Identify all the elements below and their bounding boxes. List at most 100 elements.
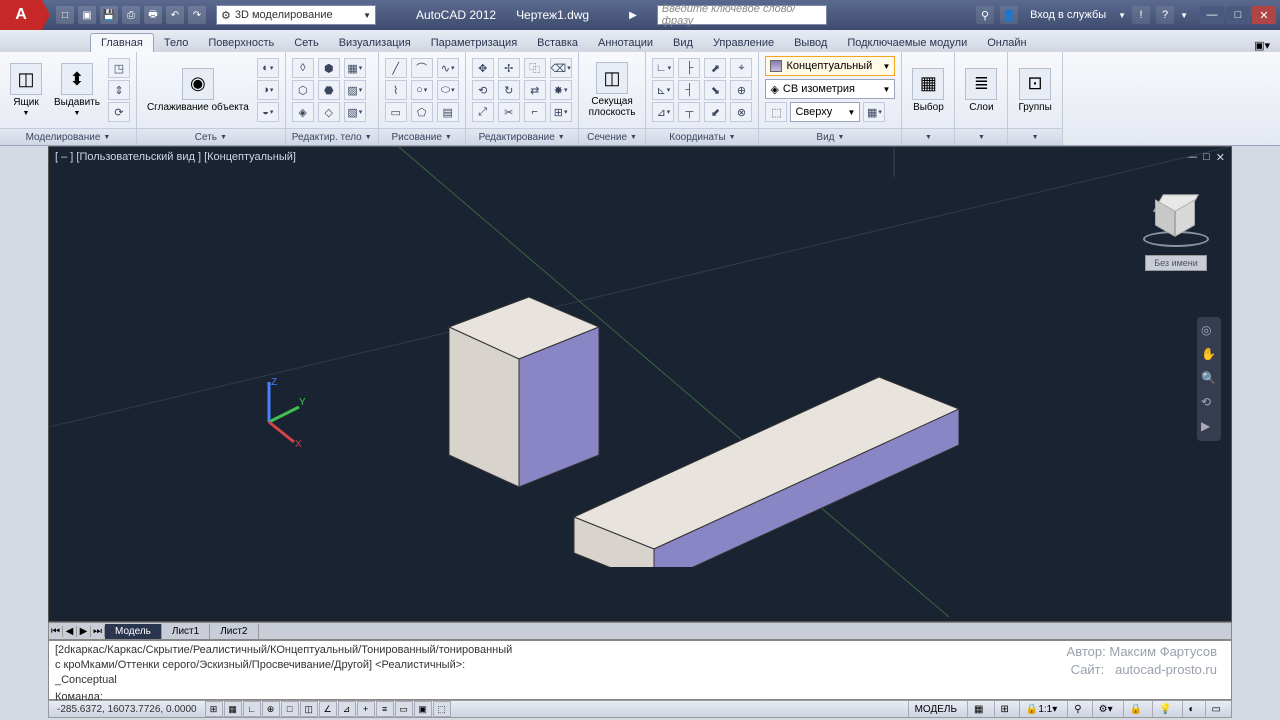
se2-icon[interactable]: ⬡ xyxy=(292,80,314,100)
sb-3dosnap-icon[interactable]: ◫ xyxy=(300,701,318,717)
help-icon[interactable]: ? xyxy=(1156,6,1174,24)
panel-title-groups[interactable]: ▼ xyxy=(1008,128,1061,145)
user-icon[interactable]: 👤 xyxy=(1000,6,1018,24)
status-lock-icon[interactable]: 🔒 xyxy=(1123,701,1148,717)
panel-title-selection[interactable]: ▼ xyxy=(902,128,954,145)
panel-title-solidedit[interactable]: Редактир. тело▼ xyxy=(286,128,378,145)
rect-icon[interactable]: ▭ xyxy=(385,102,407,122)
panel-title-draw[interactable]: Рисование▼ xyxy=(379,128,465,145)
mesh-more-icon[interactable]: ◐ xyxy=(257,58,279,78)
status-ws-icon[interactable]: ⚙▾ xyxy=(1092,701,1119,717)
poly-icon[interactable]: ⬠ xyxy=(411,102,433,122)
panel-title-mesh[interactable]: Сеть▼ xyxy=(137,128,285,145)
arc-icon[interactable]: ⌒ xyxy=(411,58,433,78)
qat-saveas-icon[interactable]: ⎙ xyxy=(122,6,140,24)
sb-ducs-icon[interactable]: ⊿ xyxy=(338,701,356,717)
layout-last-icon[interactable]: ⏭ xyxy=(91,626,105,637)
view-icon[interactable]: ⬚ xyxy=(765,102,787,122)
ucs12-icon[interactable]: ⊗ xyxy=(730,102,752,122)
selection-button[interactable]: ▦Выбор xyxy=(908,66,948,115)
nav-showmotion-icon[interactable]: ▶ xyxy=(1201,419,1217,435)
ucs6-icon[interactable]: ┬ xyxy=(678,102,700,122)
signin-button[interactable]: Вход в службы xyxy=(1024,9,1112,21)
hatch-icon[interactable]: ▤ xyxy=(437,102,459,122)
status-scale[interactable]: 🔒 1:1 ▾ xyxy=(1019,701,1063,717)
mesh-less-icon[interactable]: ◑ xyxy=(257,80,279,100)
panel-title-section[interactable]: Сечение▼ xyxy=(579,128,646,145)
move-icon[interactable]: ✢ xyxy=(498,58,520,78)
se8-icon[interactable]: ▨ xyxy=(344,80,366,100)
groups-button[interactable]: ⊡Группы xyxy=(1014,66,1055,115)
se7-icon[interactable]: ▦ xyxy=(344,58,366,78)
tab-manage[interactable]: Управление xyxy=(703,34,784,52)
qat-save-icon[interactable]: 💾 xyxy=(100,6,118,24)
layout-tab-sheet1[interactable]: Лист1 xyxy=(162,624,210,639)
scale3d-icon[interactable]: ⤢ xyxy=(472,102,494,122)
copy-icon[interactable]: ⿻ xyxy=(524,58,546,78)
workspace-dropdown[interactable]: ⚙ 3D моделирование ▼ xyxy=(216,5,376,25)
nav-orbit-icon[interactable]: ⟲ xyxy=(1201,395,1217,411)
status-clean-icon[interactable]: ▭ xyxy=(1205,701,1227,717)
qat-open-icon[interactable]: ▣ xyxy=(78,6,96,24)
sb-lwt-icon[interactable]: ≡ xyxy=(376,701,394,717)
polysolid-icon[interactable]: ◳ xyxy=(108,58,130,78)
ucs5-icon[interactable]: ┤ xyxy=(678,80,700,100)
viewcube[interactable]: Без имени xyxy=(1141,193,1211,273)
trim-icon[interactable]: ✂ xyxy=(498,102,520,122)
panel-title-layers[interactable]: ▼ xyxy=(955,128,1007,145)
tab-parametric[interactable]: Параметризация xyxy=(421,34,527,52)
ucs9-icon[interactable]: ⬋ xyxy=(704,102,726,122)
layout-tab-model[interactable]: Модель xyxy=(105,624,162,639)
erase-icon[interactable]: ⌫ xyxy=(550,58,572,78)
sb-grid-icon[interactable]: ▦ xyxy=(224,701,242,717)
tab-view[interactable]: Вид xyxy=(663,34,703,52)
fillet-icon[interactable]: ⌐ xyxy=(524,102,546,122)
rotate-icon[interactable]: ↻ xyxy=(498,80,520,100)
sb-tpy-icon[interactable]: ▭ xyxy=(395,701,413,717)
infocenter-icon[interactable]: ⚲ xyxy=(976,6,994,24)
spline-icon[interactable]: ∿ xyxy=(437,58,459,78)
tab-online[interactable]: Онлайн xyxy=(977,34,1036,52)
sb-polar-icon[interactable]: ⊕ xyxy=(262,701,280,717)
se1-icon[interactable]: ◊ xyxy=(292,58,314,78)
sb-dyn-icon[interactable]: + xyxy=(357,701,375,717)
tab-surface[interactable]: Поверхность xyxy=(198,34,284,52)
tab-output[interactable]: Вывод xyxy=(784,34,837,52)
minimize-button[interactable]: — xyxy=(1200,6,1224,24)
se4-icon[interactable]: ⬢ xyxy=(318,58,340,78)
nav-wheel-icon[interactable]: ◎ xyxy=(1201,323,1217,339)
view-extra-icon[interactable]: ▦ xyxy=(863,102,885,122)
panel-title-coords[interactable]: Координаты▼ xyxy=(646,128,758,145)
view-iso-dropdown[interactable]: ◈ СВ изометрия ▼ xyxy=(765,79,895,99)
panel-title-modeling[interactable]: Моделирование▼ xyxy=(0,128,136,145)
tab-render[interactable]: Визуализация xyxy=(329,34,421,52)
section-plane-button[interactable]: ◫ Секущаяплоскость xyxy=(585,60,640,120)
se3-icon[interactable]: ◈ xyxy=(292,102,314,122)
panel-title-view[interactable]: Вид▼ xyxy=(759,128,901,145)
viewport[interactable]: [ – ] [Пользовательский вид ] [Концептуа… xyxy=(48,146,1232,622)
qat-redo-icon[interactable]: ↷ xyxy=(188,6,206,24)
explode-icon[interactable]: ✸ xyxy=(550,80,572,100)
command-line[interactable]: [2dкаркас/Каркас/Скрытие/Реалистичный/КО… xyxy=(48,640,1232,700)
layers-button[interactable]: ≣Слои xyxy=(961,66,1001,115)
sb-snap-icon[interactable]: ⊞ xyxy=(205,701,223,717)
status-isolate-icon[interactable]: ◐ xyxy=(1182,701,1201,717)
revolve-icon[interactable]: ⟳ xyxy=(108,102,130,122)
close-button[interactable]: ✕ xyxy=(1252,6,1276,24)
sb-qp-icon[interactable]: ▣ xyxy=(414,701,432,717)
ucs8-icon[interactable]: ⬊ xyxy=(704,80,726,100)
chevron-down-icon[interactable]: ▼ xyxy=(1180,11,1188,20)
tab-solid[interactable]: Тело xyxy=(154,34,199,52)
layout-first-icon[interactable]: ⏮ xyxy=(49,626,63,637)
ucs7-icon[interactable]: ⬈ xyxy=(704,58,726,78)
view-top-dropdown[interactable]: Сверху▼ xyxy=(790,102,860,122)
ribbon-camera-icon[interactable]: ▣▾ xyxy=(1254,39,1270,52)
ucs11-icon[interactable]: ⊕ xyxy=(730,80,752,100)
mesh-refine-icon[interactable]: ◒ xyxy=(257,102,279,122)
ucs4-icon[interactable]: ├ xyxy=(678,58,700,78)
ucs2-icon[interactable]: ⊾ xyxy=(652,80,674,100)
layout-next-icon[interactable]: ▶ xyxy=(77,626,91,637)
layout-tab-sheet2[interactable]: Лист2 xyxy=(210,624,258,639)
tab-annotate[interactable]: Аннотации xyxy=(588,34,663,52)
chevron-down-icon[interactable]: ▼ xyxy=(1118,11,1126,20)
